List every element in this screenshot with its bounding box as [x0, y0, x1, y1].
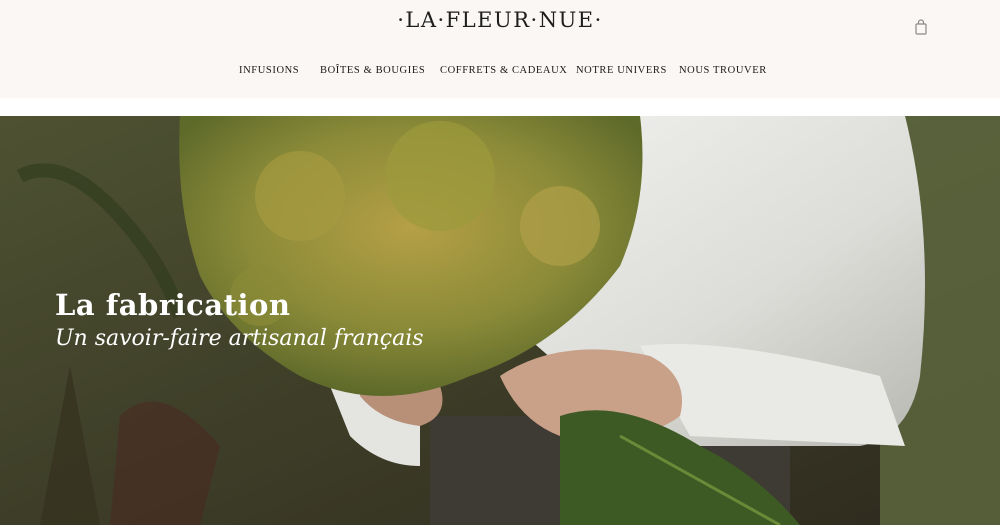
- nav-item-coffrets-cadeaux[interactable]: COFFRETS & CADEAUX: [440, 64, 567, 78]
- nav-item-infusions[interactable]: INFUSIONS: [239, 64, 299, 78]
- header-spacer: [0, 98, 1000, 116]
- hero-subtitle: Un savoir-faire artisanal français: [55, 326, 424, 351]
- hero-banner: La fabrication Un savoir-faire artisanal…: [0, 116, 1000, 525]
- site-header: ·LA·FLEUR·NUE· INFUSIONS BOÎTES & BOUGIE…: [0, 0, 1000, 98]
- nav-item-nous-trouver[interactable]: NOUS TROUVER: [679, 64, 767, 78]
- brand-logo[interactable]: ·LA·FLEUR·NUE·: [0, 8, 1000, 32]
- hero-title: La fabrication: [55, 288, 291, 322]
- shopping-bag-icon[interactable]: [914, 19, 928, 35]
- main-navigation: INFUSIONS BOÎTES & BOUGIES COFFRETS & CA…: [0, 64, 1000, 80]
- nav-item-notre-univers[interactable]: NOTRE UNIVERS: [576, 64, 667, 78]
- nav-item-boites-bougies[interactable]: BOÎTES & BOUGIES: [320, 64, 425, 78]
